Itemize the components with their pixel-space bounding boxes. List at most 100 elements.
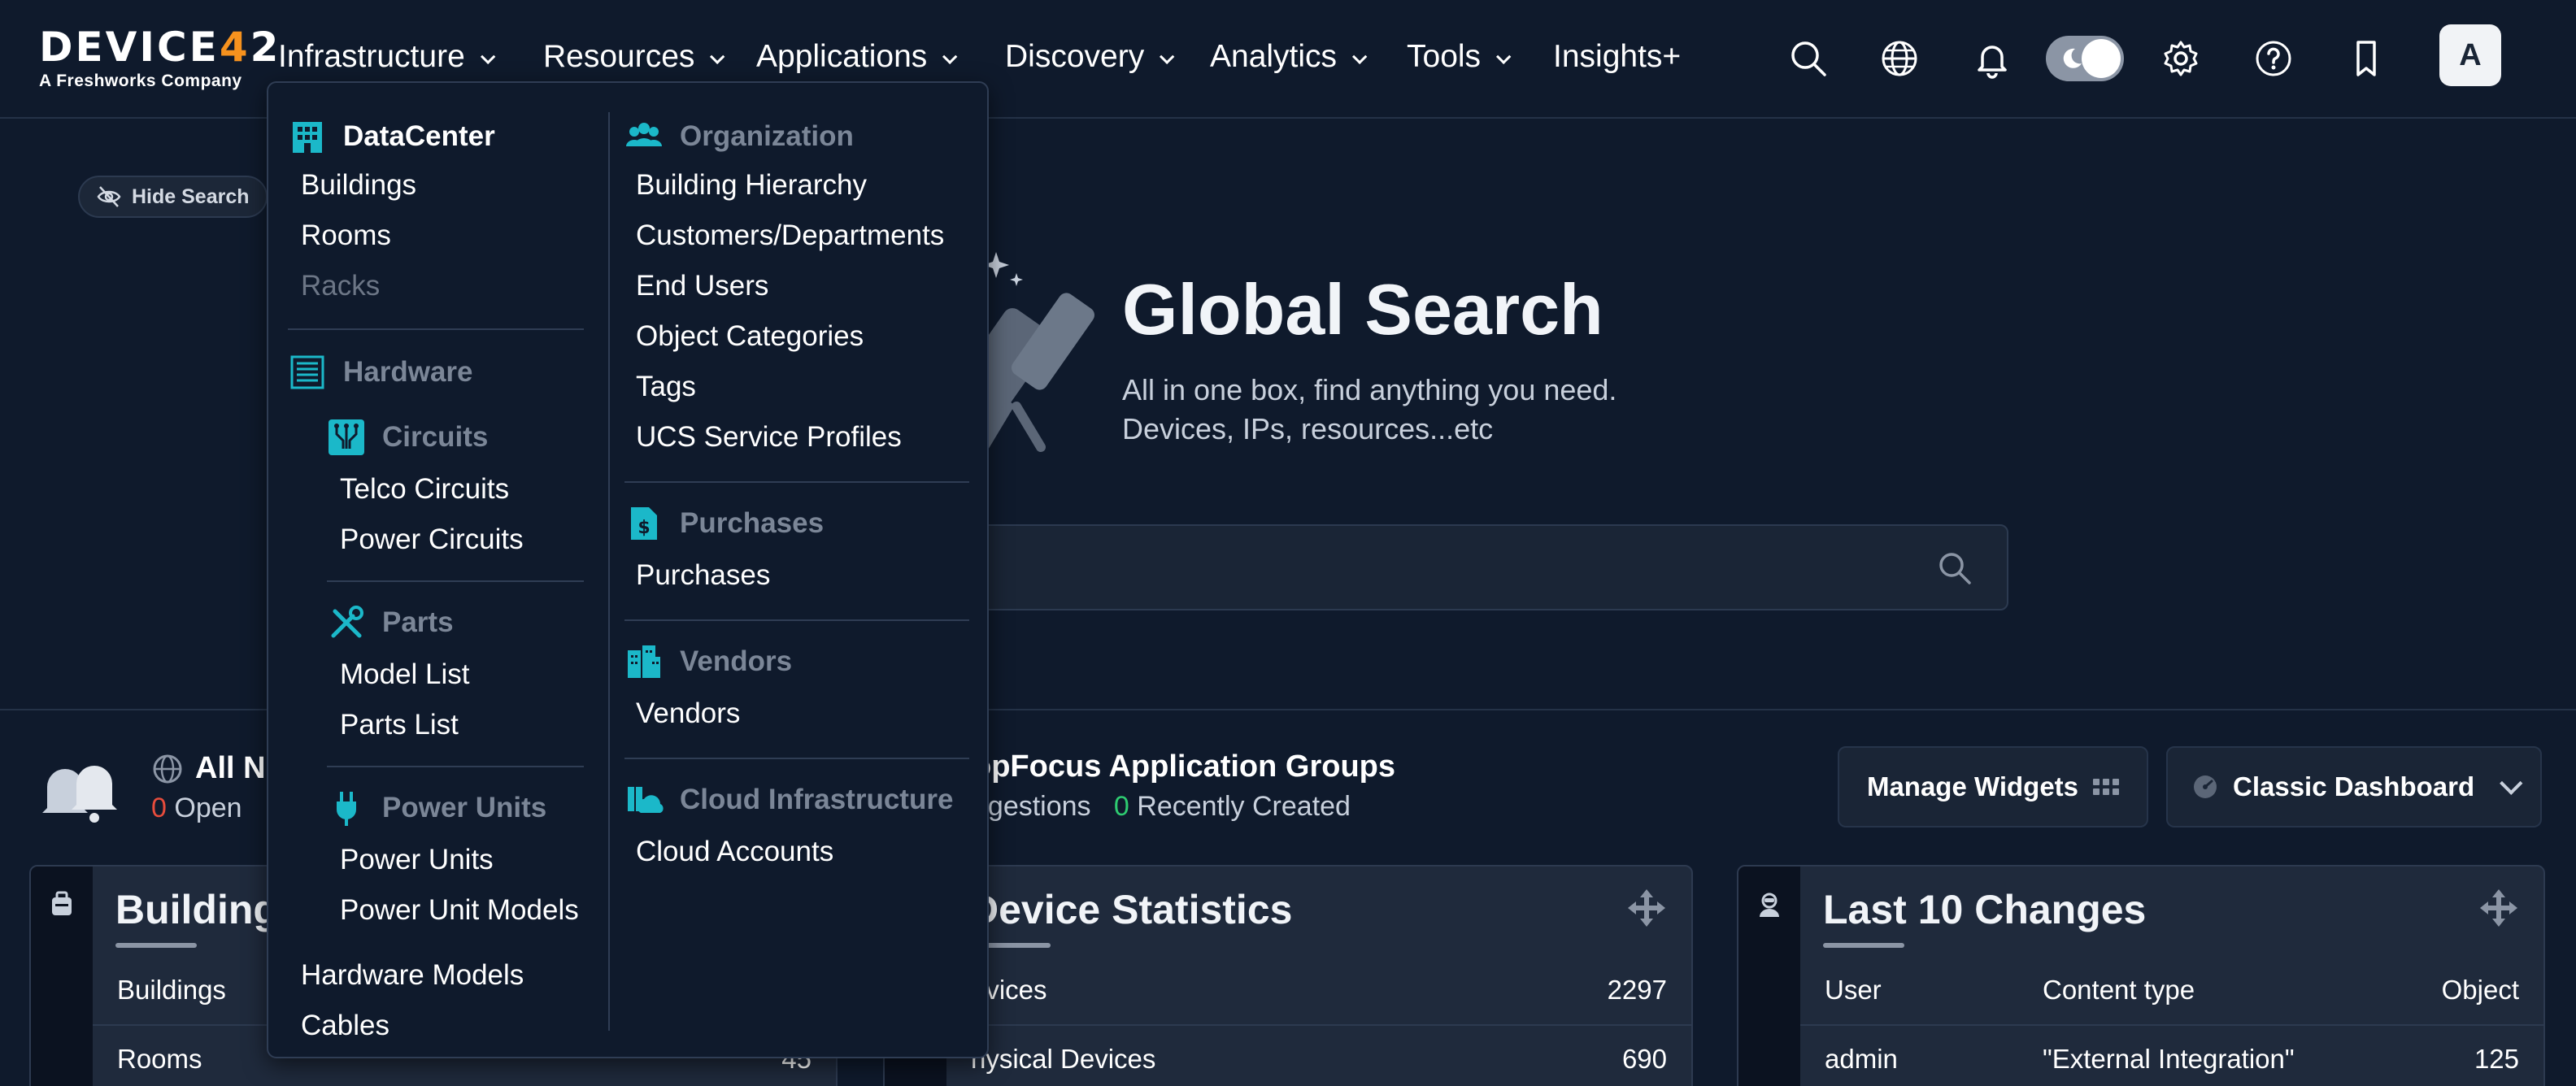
menu-item-building-hierarchy[interactable]: Building Hierarchy: [636, 169, 867, 202]
menu-item-racks[interactable]: Racks: [301, 270, 380, 302]
chevron-down-icon: [710, 49, 725, 65]
plug-icon: [337, 792, 356, 826]
menu-item-cloud-accounts[interactable]: Cloud Accounts: [636, 836, 833, 868]
menu-item-telco-circuits[interactable]: Telco Circuits: [340, 473, 509, 506]
notifications-summary[interactable]: All No 0 Open: [151, 751, 285, 824]
search-icon[interactable]: [1787, 37, 1830, 80]
menu-section-cloud-infrastructure: Cloud Infrastructure: [624, 780, 953, 819]
menu-section-vendors: Vendors: [624, 642, 792, 681]
table-row[interactable]: admin "External Integration" 125: [1800, 1024, 2543, 1086]
dashboard-icon: [2194, 775, 2217, 798]
column-header: Content type: [2043, 975, 2195, 1005]
application-groups-summary[interactable]: opFocus Application Groups ggestions 0 R…: [973, 749, 1395, 823]
column-header: User: [1825, 975, 1882, 1005]
menu-item-end-users[interactable]: End Users: [636, 270, 768, 302]
search-icon[interactable]: [1935, 549, 1974, 588]
menu-section-hardware: Hardware: [288, 353, 473, 392]
device42-logo[interactable]: DEVICE42 A Freshworks Company: [39, 24, 281, 91]
menu-item-object-categories[interactable]: Object Categories: [636, 320, 864, 353]
menu-item-power-circuits[interactable]: Power Circuits: [340, 523, 524, 556]
eye-off-icon: [97, 186, 121, 207]
chevron-down-icon: [2500, 771, 2523, 795]
dashboard-select[interactable]: Classic Dashboard: [2166, 746, 2542, 828]
table-row[interactable]: evices 2297: [946, 956, 1691, 1024]
svg-text:$: $: [637, 518, 650, 538]
nav-insights-plus[interactable]: Insights+: [1553, 36, 1681, 78]
briefcase-icon: [52, 891, 72, 915]
menu-section-organization: Organization: [624, 117, 854, 156]
building-icon: [293, 122, 322, 153]
global-search-input[interactable]: [935, 524, 2008, 610]
menu-item-customers-departments[interactable]: Customers/Departments: [636, 219, 944, 252]
chevron-down-icon: [1160, 49, 1175, 65]
bookmark-icon[interactable]: [2345, 37, 2387, 80]
open-count: 0: [151, 793, 167, 823]
notification-bells-icon: [42, 766, 117, 823]
theme-toggle[interactable]: [2046, 36, 2124, 81]
nav-analytics[interactable]: Analytics: [1210, 36, 1368, 78]
menu-item-hardware-models[interactable]: Hardware Models: [301, 959, 524, 992]
menu-section-circuits: Circuits: [327, 418, 488, 457]
infrastructure-dropdown-menu: DataCenter Buildings Rooms Racks Hardwar…: [267, 81, 989, 1058]
globe-icon[interactable]: [1878, 37, 1921, 80]
recent-count: 0: [1113, 791, 1129, 822]
buildings-icon: [628, 645, 660, 678]
device-statistics-widget: Device Statistics evices 2297 hysical Dev…: [883, 865, 1693, 1086]
bell-icon[interactable]: [1971, 37, 2013, 80]
column-header: Object: [2441, 975, 2519, 1005]
gear-icon[interactable]: [2160, 37, 2202, 80]
hide-search-button[interactable]: Hide Search: [78, 176, 268, 218]
logo-subtitle: A Freshworks Company: [39, 72, 242, 90]
menu-item-tags[interactable]: Tags: [636, 371, 696, 403]
help-icon[interactable]: [2252, 37, 2295, 80]
nav-applications[interactable]: Applications: [756, 36, 958, 78]
logo-tail: 2: [250, 24, 281, 71]
menu-divider: [608, 112, 610, 1031]
user-agent-icon: [1760, 893, 1779, 917]
menu-section-power-units: Power Units: [327, 788, 546, 828]
circuit-icon: [329, 419, 364, 455]
menu-item-parts-list[interactable]: Parts List: [340, 709, 459, 741]
tools-icon: [331, 606, 363, 638]
grid-icon: [2093, 779, 2120, 795]
chevron-down-icon: [1496, 49, 1512, 65]
manage-widgets-button[interactable]: Manage Widgets: [1838, 746, 2148, 828]
menu-item-purchases[interactable]: Purchases: [636, 559, 770, 592]
page-title: Global Search: [1122, 269, 1603, 350]
chevron-down-icon: [480, 49, 496, 65]
nav-infrastructure[interactable]: Infrastructure: [278, 36, 496, 78]
table-header: User Content type Object: [1800, 956, 2543, 1024]
menu-item-rooms[interactable]: Rooms: [301, 219, 391, 252]
menu-item-buildings[interactable]: Buildings: [301, 169, 416, 202]
server-rack-icon: [290, 355, 324, 389]
menu-item-vendors[interactable]: Vendors: [636, 697, 740, 730]
move-icon[interactable]: [2477, 886, 2521, 930]
menu-section-parts: Parts: [327, 603, 454, 642]
page-subtitle: All in one box, find anything you need. …: [1122, 373, 1617, 445]
menu-section-datacenter: DataCenter: [288, 117, 495, 156]
menu-item-power-unit-models[interactable]: Power Unit Models: [340, 894, 579, 927]
chevron-down-icon: [1352, 49, 1368, 65]
nav-tools[interactable]: Tools: [1407, 36, 1512, 78]
widget-title: Device Statistics: [969, 887, 1293, 932]
logo-accent: 4: [219, 24, 250, 71]
widget-title: Building: [115, 887, 278, 932]
chevron-down-icon: [942, 49, 958, 65]
toggle-knob: [2082, 39, 2121, 78]
menu-item-model-list[interactable]: Model List: [340, 658, 470, 691]
menu-item-cables[interactable]: Cables: [301, 1010, 389, 1042]
cloud-server-icon: [628, 787, 664, 813]
last-changes-widget: Last 10 Changes User Content type Object…: [1737, 865, 2545, 1086]
menu-item-ucs-service-profiles[interactable]: UCS Service Profiles: [636, 421, 902, 454]
move-icon[interactable]: [1625, 886, 1669, 930]
nav-resources[interactable]: Resources: [543, 36, 725, 78]
menu-item-power-units[interactable]: Power Units: [340, 844, 494, 876]
menu-section-purchases: $ Purchases: [624, 504, 824, 543]
user-avatar[interactable]: A: [2439, 24, 2501, 86]
widget-title: Last 10 Changes: [1823, 887, 2147, 932]
nav-discovery[interactable]: Discovery: [1005, 36, 1175, 78]
logo-text: DEVICE: [39, 24, 220, 71]
users-group-icon: [626, 123, 662, 146]
globe-icon: [153, 754, 182, 783]
table-row[interactable]: hysical Devices 690: [946, 1024, 1691, 1086]
